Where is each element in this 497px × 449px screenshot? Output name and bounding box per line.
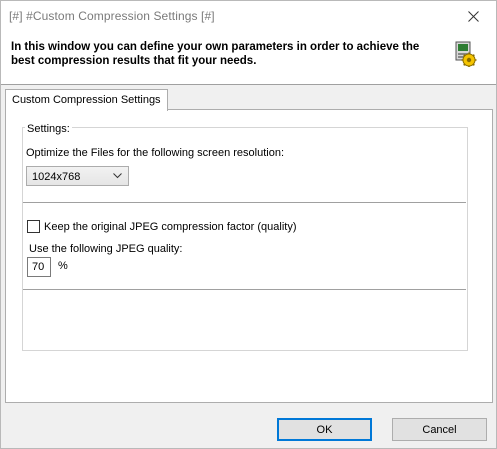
cancel-button[interactable]: Cancel (392, 418, 487, 441)
resolution-value: 1024x768 (32, 171, 81, 183)
settings-group-label: Settings: (25, 123, 72, 135)
resolution-label: Optimize the Files for the following scr… (26, 147, 285, 159)
dialog-window: [#] #Custom Compression Settings [#] In … (0, 0, 497, 449)
jpeg-quality-input[interactable] (27, 257, 51, 277)
quality-unit: % (58, 260, 68, 272)
settings-wizard-icon (455, 41, 477, 67)
quality-label: Use the following JPEG quality: (29, 243, 183, 255)
header-description: In this window you can define your own p… (11, 41, 420, 67)
keep-jpeg-label[interactable]: Keep the original JPEG compression facto… (44, 221, 297, 233)
resolution-dropdown[interactable]: 1024x768 (26, 166, 129, 186)
keep-jpeg-checkbox[interactable] (27, 220, 40, 233)
close-button[interactable] (450, 1, 496, 31)
divider-bottom (23, 289, 466, 291)
ok-button[interactable]: OK (277, 418, 372, 441)
divider-top (23, 202, 466, 204)
close-icon (467, 10, 479, 22)
chevron-down-icon (113, 173, 122, 179)
description-header: In this window you can define your own p… (1, 31, 496, 85)
title-bar[interactable]: [#] #Custom Compression Settings [#] (1, 1, 496, 31)
tab-custom-compression-settings[interactable]: Custom Compression Settings (5, 89, 168, 111)
window-title: [#] #Custom Compression Settings [#] (9, 9, 215, 23)
settings-groupbox (22, 127, 468, 351)
